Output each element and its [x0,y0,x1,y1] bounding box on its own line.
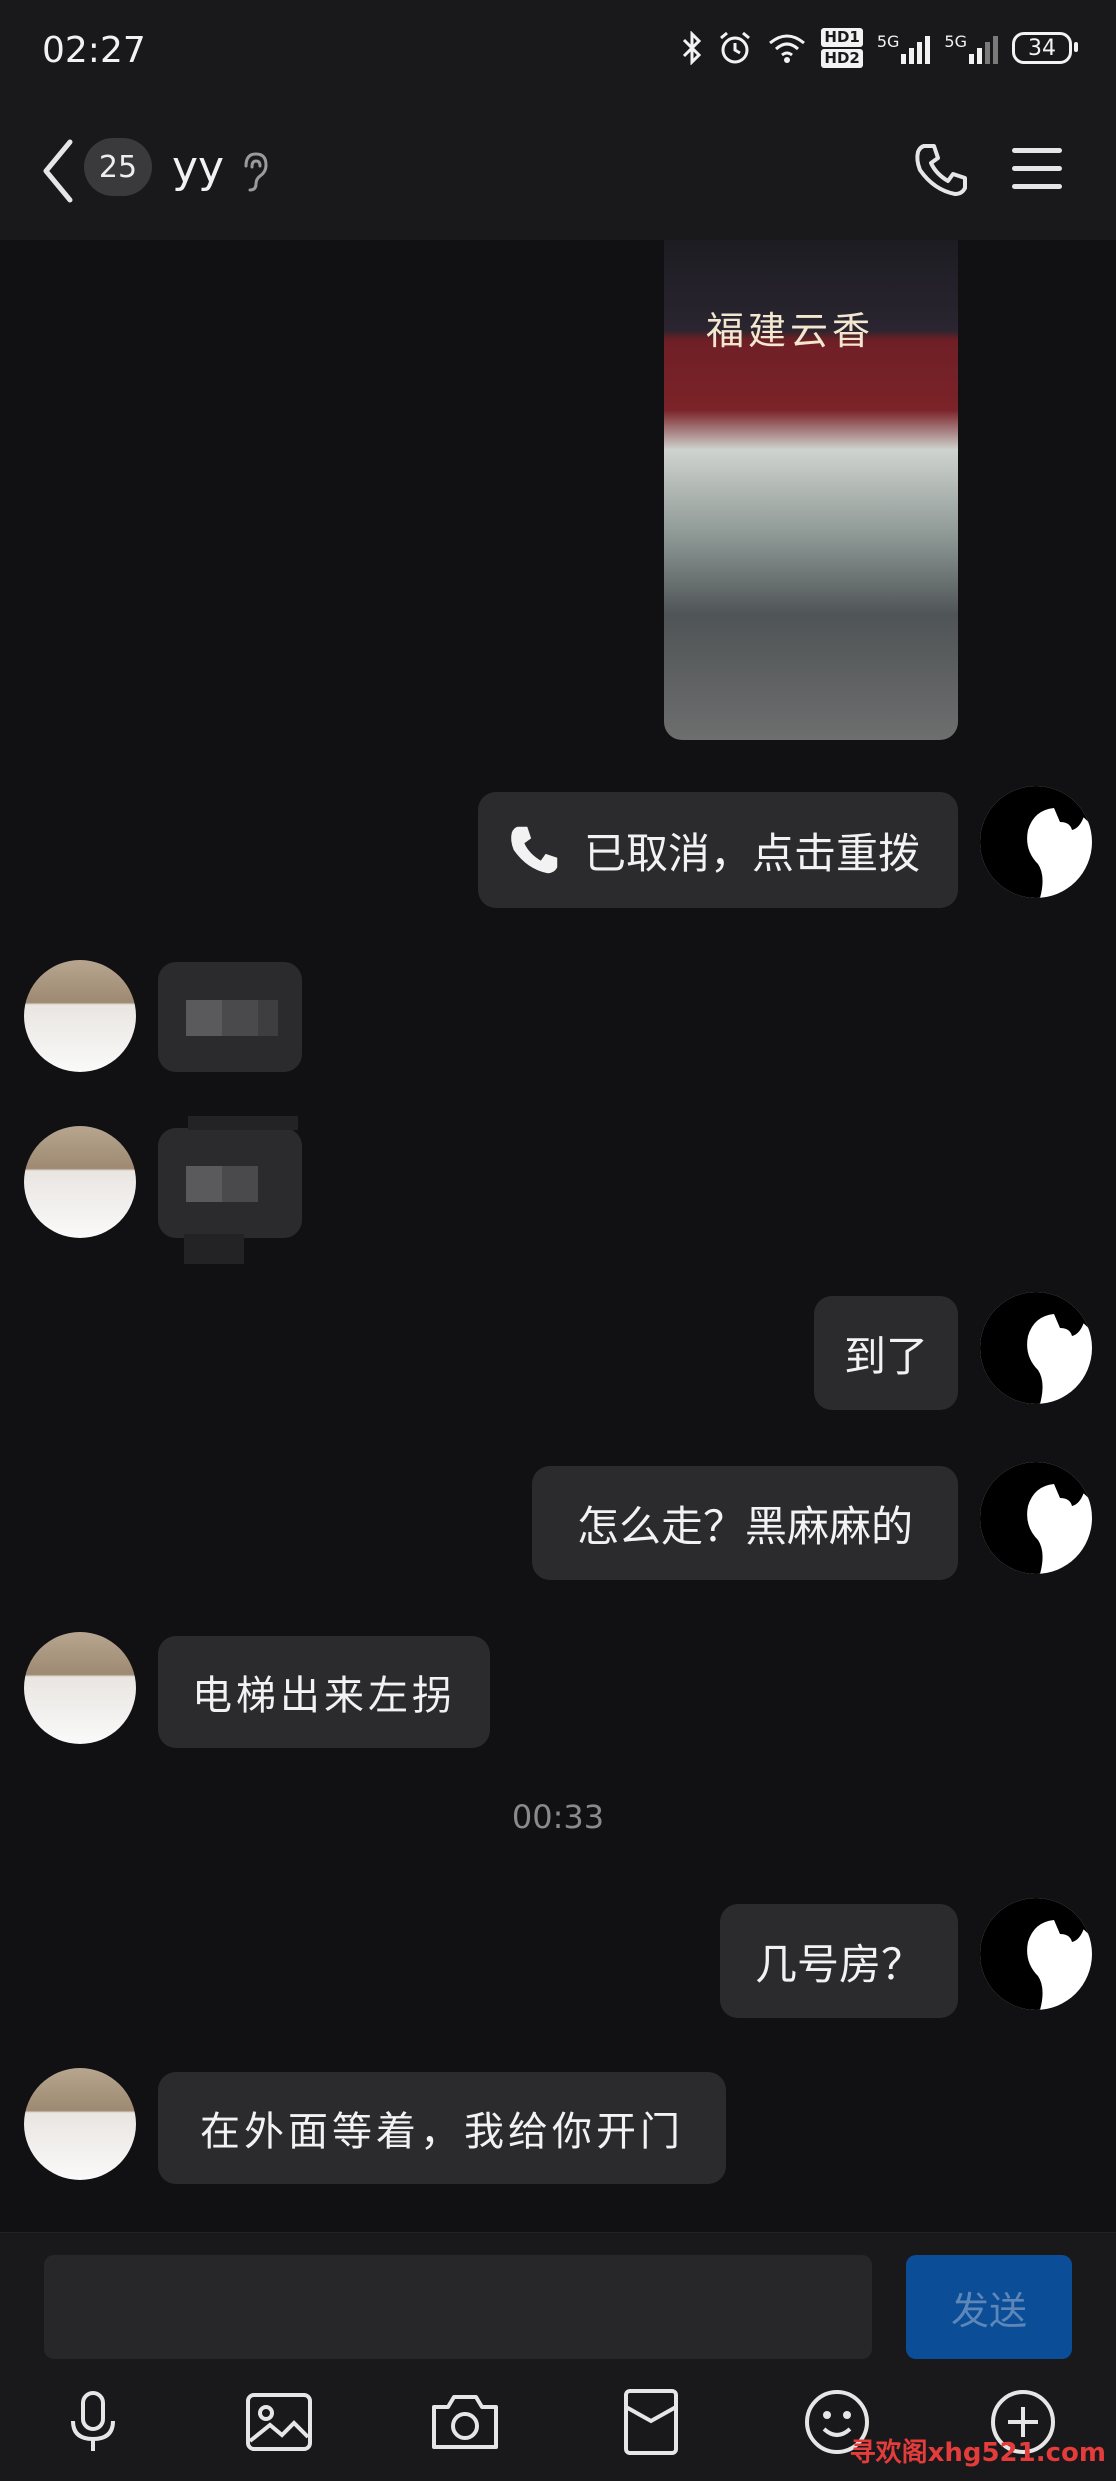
message-bubble-outgoing[interactable]: 几号房？ [720,1904,958,2018]
network2-label: 5G [944,32,967,51]
call-cancelled-bubble[interactable]: 已取消，点击重拨 [478,792,958,908]
dog-silhouette-icon [980,1292,1092,1404]
contact-avatar[interactable] [24,1126,136,1238]
battery-level: 34 [1028,35,1056,61]
contact-name: yy [172,142,225,193]
blurred-message-bubble[interactable] [158,962,302,1072]
battery-icon: 34 [1012,32,1078,64]
camera-icon[interactable] [428,2385,502,2459]
blurred-message-bubble[interactable] [158,1116,302,1264]
dog-silhouette-icon [980,786,1092,898]
contact-avatar[interactable] [24,1632,136,1744]
watermark: 寻欢阁xhg521.com [849,2438,1106,2468]
message-text: 几号房？ [754,1939,923,1989]
microphone-icon[interactable] [56,2385,130,2459]
photo-sign-text: 福建云香 [706,309,875,353]
image-icon[interactable] [242,2385,316,2459]
voice-call-icon[interactable] [912,140,972,200]
self-avatar[interactable] [980,1292,1092,1404]
phone-icon [511,826,558,874]
chat-header: 25 yy [0,100,1116,240]
bluetooth-icon [683,31,702,65]
earpiece-mode-icon[interactable] [238,150,272,194]
contact-avatar[interactable] [24,960,136,1072]
message-bubble-outgoing[interactable]: 怎么走？黑麻麻的 [532,1466,958,1580]
input-bar: 发送 寻欢阁xhg521.com [0,2232,1116,2481]
unread-count-badge[interactable]: 25 [84,138,152,196]
dog-silhouette-icon [980,1898,1092,2010]
network1-label: 5G [876,32,900,51]
photo-message[interactable]: 福建云香 [664,240,958,740]
hd-badge: HD1 HD2 [821,28,863,68]
message-list[interactable]: 福建云香 已取消，点击重拨 到了 怎么走？黑麻麻的 电梯出来左拐 00:33 几… [0,240,1116,2230]
message-bubble-incoming[interactable]: 在外面等着，我给你开门 [158,2072,726,2184]
self-avatar[interactable] [980,786,1092,898]
message-bubble-incoming[interactable]: 电梯出来左拐 [158,1636,490,1748]
message-timestamp: 00:33 [511,1798,605,1836]
message-text: 电梯出来左拐 [192,1673,456,1719]
status-icons: HD1 HD2 5G 5G 34 [681,28,1078,68]
dog-silhouette-icon [980,1462,1092,1574]
hd2-label: HD2 [821,49,863,68]
status-time: 02:27 [42,30,146,71]
call-cancelled-text: 已取消，点击重拨 [584,828,921,878]
message-text: 怎么走？黑麻麻的 [576,1501,913,1551]
status-bar: 02:27 HD1 HD2 5G 5G 34 [0,0,1116,100]
menu-icon[interactable] [1012,148,1062,202]
hd1-label: HD1 [821,28,863,47]
alarm-icon [720,31,751,64]
message-text: 在外面等着，我给你开门 [200,2109,684,2155]
contact-avatar[interactable] [24,2068,136,2180]
send-button[interactable]: 发送 [906,2255,1072,2359]
back-arrow-icon[interactable] [38,136,78,206]
signal-bars-icon [969,32,998,64]
self-avatar[interactable] [980,1462,1092,1574]
signal-bars-icon [901,32,931,64]
wifi-icon [769,34,806,63]
self-avatar[interactable] [980,1898,1092,2010]
red-packet-icon[interactable] [614,2385,688,2459]
signal-2: 5G [944,32,998,64]
message-text: 到了 [843,1331,928,1381]
message-bubble-outgoing[interactable]: 到了 [814,1296,958,1410]
signal-1: 5G [877,32,931,64]
message-input[interactable] [44,2255,872,2359]
